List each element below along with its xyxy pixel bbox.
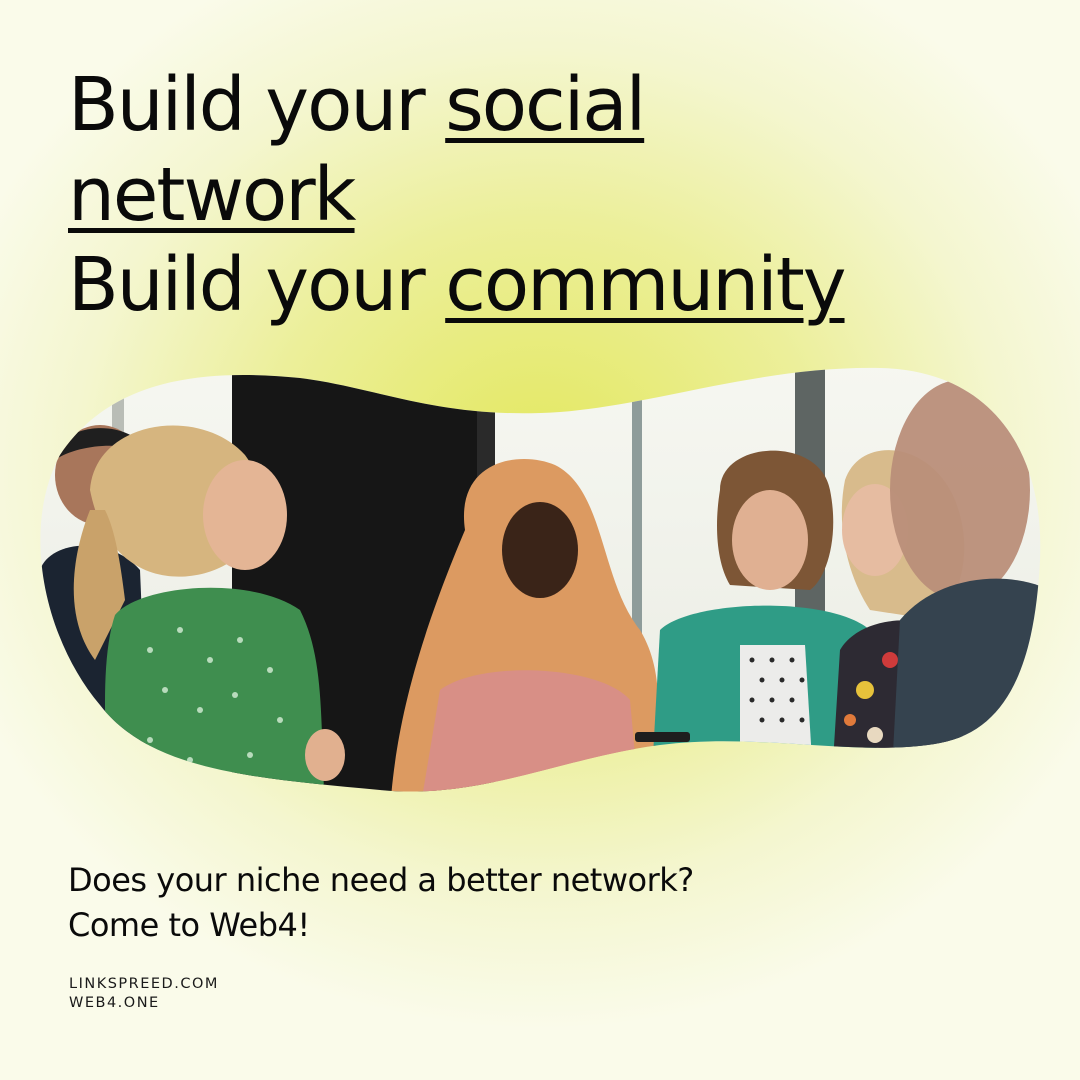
link-web4: WEB4.ONE (69, 995, 160, 1011)
website-links: LINKSPREED.COM WEB4.ONE (69, 975, 219, 1013)
link-linkspreed: LINKSPREED.COM (69, 976, 219, 992)
networking-photo (40, 367, 1041, 792)
headline-text: Build your (68, 242, 446, 328)
headline-text: Build your (68, 62, 446, 148)
tagline-line-2: Come to Web4! (68, 906, 310, 944)
headline-line-3: Build your community (68, 240, 1028, 330)
headline-emphasis-community: community (445, 242, 846, 328)
headline: Build your social network Build your com… (68, 60, 1028, 330)
headline-emphasis-social: social (445, 62, 646, 148)
tagline-line-1: Does your niche need a better network? (68, 861, 694, 899)
headline-line-1: Build your social (68, 60, 1028, 150)
tagline: Does your niche need a better network? C… (68, 858, 694, 948)
headline-emphasis-network: network (68, 152, 357, 238)
headline-line-2: network (68, 150, 1028, 240)
